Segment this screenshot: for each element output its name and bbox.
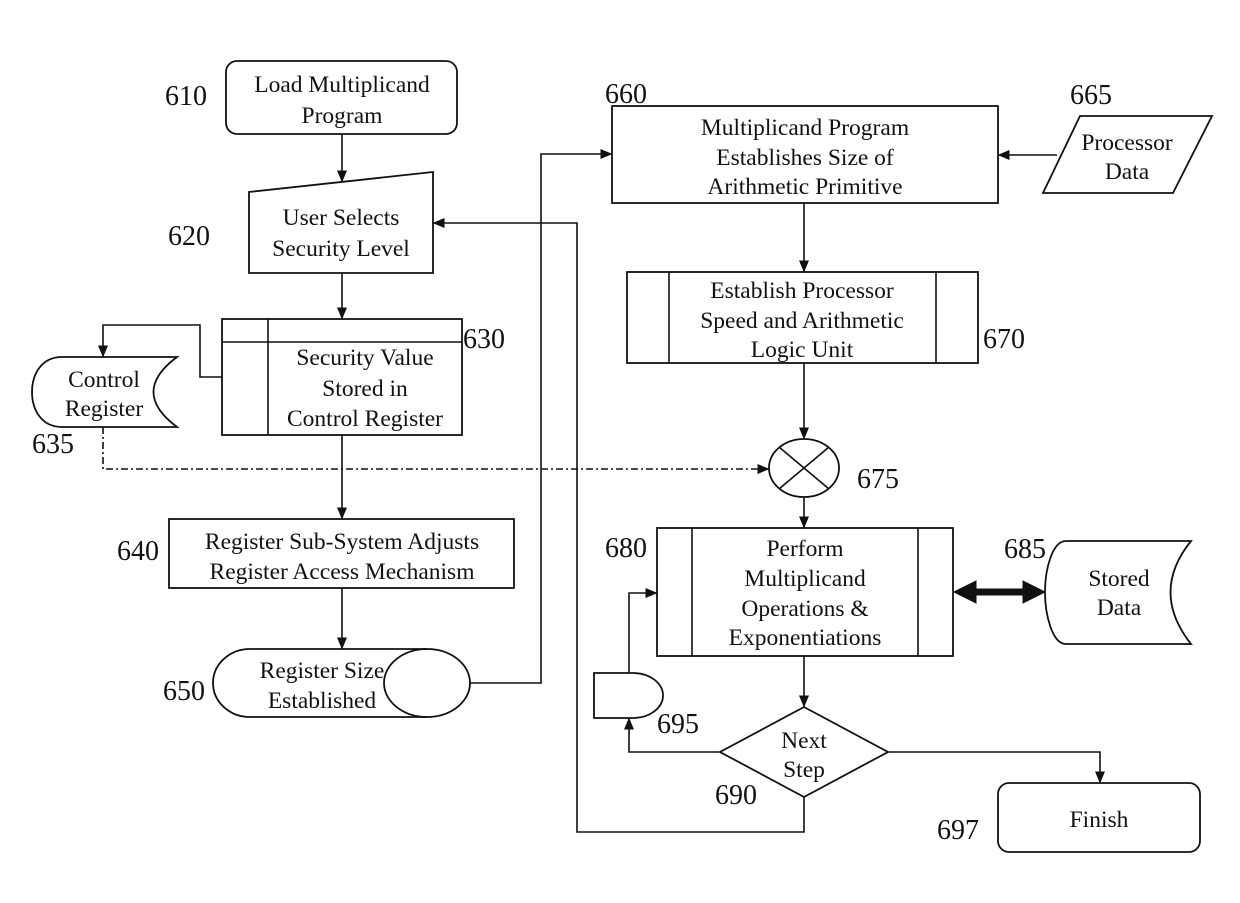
node-text-line: Security Value [296,345,433,371]
node-text-line: Data [1105,159,1150,185]
node-text-line: Established [268,688,377,714]
node-text-line: Logic Unit [751,337,854,363]
reference-numeral: 697 [937,815,979,846]
reference-numeral: 665 [1070,80,1112,111]
node-text-line: Stored [1088,566,1150,592]
node-650-register-size: Register Size Established 650 [163,648,471,718]
node-text-line: Control Register [287,406,443,432]
node-690-next-step-decision: Next Step 690 [715,705,890,811]
node-text-line: Stored in [322,376,408,402]
node-text-line: Processor [1081,130,1173,156]
node-text-line: Security Level [272,236,410,262]
node-640-register-subsystem: Register Sub-System Adjusts Register Acc… [117,518,515,589]
edge-690-to-697 [888,751,1105,784]
node-text-line: User Selects [283,205,400,231]
node-text-line: Register Size [260,658,385,684]
node-text-line: Control [68,367,140,393]
node-670-processor-speed: Establish Processor Speed and Arithmetic… [626,271,1025,364]
node-text-line: Register [65,396,143,422]
node-680-perform-operations: Perform Multiplicand Operations & Expone… [605,527,954,657]
reference-numeral: 635 [32,429,74,460]
node-697-finish: Finish 697 [937,782,1201,853]
node-text-line: Multiplicand Program [701,115,909,141]
reference-numeral: 670 [983,324,1025,355]
reference-numeral: 685 [1004,534,1046,565]
node-text-line: Exponentiations [729,625,882,651]
node-620-user-selects: User Selects Security Level 620 [168,170,434,274]
edge-650-to-660 [470,149,613,684]
reference-numeral: 680 [605,533,647,564]
node-695-delay: 695 [593,672,699,740]
node-text-line: Step [783,757,825,783]
node-text-line: Arithmetic Primitive [707,174,902,200]
delay-shape [593,672,664,719]
node-635-control-register: Control Register 635 [31,356,180,460]
reference-numeral: 650 [163,676,205,707]
reference-numeral: 675 [857,464,899,495]
node-text-line: Register Access Mechanism [210,559,475,585]
node-660-establish-primitive: Multiplicand Program Establishes Size of… [605,79,999,204]
node-630-security-value: Security Value Stored in Control Registe… [221,318,505,436]
node-text-line: Establishes Size of [716,145,894,171]
edge-695-to-680 [628,588,658,673]
reference-numeral: 695 [657,709,699,740]
reference-numeral: 640 [117,536,159,567]
node-text-line: Multiplicand [744,566,866,592]
reference-numeral: 610 [165,81,207,112]
node-text-line: Operations & [741,596,868,622]
node-665-processor-data: Processor Data 665 [1041,80,1214,194]
node-610-load-program: Load Multiplicand Program 610 [165,60,458,135]
node-text-line: Establish Processor [710,278,894,304]
reference-numeral: 690 [715,780,757,811]
reference-numeral: 630 [463,324,505,355]
flowchart-figure: Load Multiplicand Program 610 User Selec… [31,60,1214,853]
node-text-line: Perform [766,536,843,562]
node-text-line: Finish [1070,807,1129,833]
stored-data-shape [1044,540,1193,645]
edge-680-685-double-arrow [952,580,1047,604]
node-675-summing-junction: 675 [768,438,899,498]
node-text-line: Speed and Arithmetic [700,308,904,334]
reference-numeral: 620 [168,221,210,252]
node-text-line: Program [302,103,383,129]
node-text-line: Next [781,728,827,754]
node-text-line: Load Multiplicand [254,72,430,98]
node-text-line: Data [1097,595,1142,621]
reference-numeral: 660 [605,79,647,110]
node-text-line: Register Sub-System Adjusts [205,529,479,555]
